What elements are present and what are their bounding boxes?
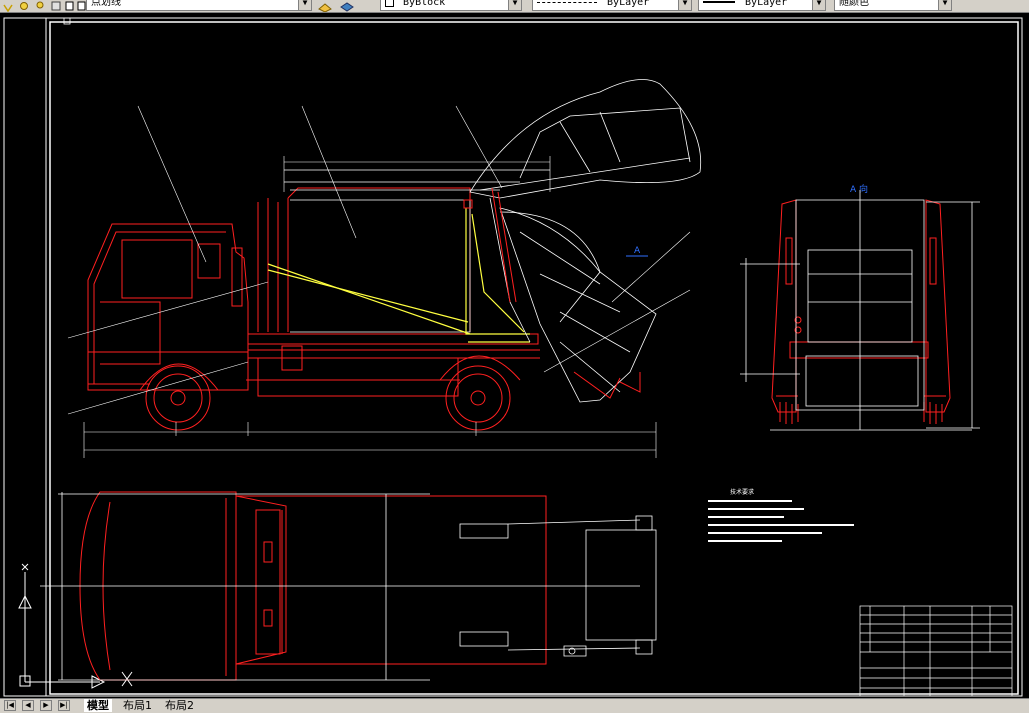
freeze-sun-icon[interactable] (18, 0, 30, 10)
top-view (40, 491, 657, 681)
chevron-down-icon[interactable]: ▼ (812, 0, 825, 10)
layer-visibility-icon[interactable] (2, 0, 14, 12)
color-combo[interactable]: ByBlock ▼ (380, 0, 522, 11)
linetype-combo[interactable]: ByLayer ▼ (532, 0, 692, 11)
prev-tab-button[interactable]: ◀ (22, 700, 34, 711)
title-block (859, 605, 1013, 697)
plotstyle-combo-value: 随颜色 (839, 0, 869, 8)
leader-lines (67, 105, 691, 415)
make-current-layer-icon[interactable] (318, 0, 332, 12)
linetype-preview-icon (537, 1, 597, 3)
plotstyle-combo[interactable]: 随颜色 ▼ (834, 0, 952, 11)
tab-model[interactable]: 模型 (84, 699, 112, 712)
lineweight-preview-icon (703, 1, 735, 3)
chevron-down-icon[interactable]: ▼ (678, 0, 691, 10)
layer-color-swatch-icon[interactable] (64, 0, 76, 11)
ucs-icon (18, 563, 133, 689)
truck-wheels (139, 355, 521, 431)
chevron-down-icon[interactable]: ▼ (938, 0, 951, 10)
tab-layout1[interactable]: 布局1 (120, 699, 155, 712)
next-tab-button[interactable]: ▶ (40, 700, 52, 711)
layer-combo[interactable]: 点划线 ▼ (86, 0, 312, 11)
lock-icon[interactable] (34, 0, 46, 10)
truck-chassis (246, 187, 540, 397)
tailgate-lowered (489, 197, 657, 403)
chevron-down-icon[interactable]: ▼ (508, 0, 521, 10)
cad-drawing: A A 向 技术要求 (3, 17, 1023, 697)
tailgate-raised (469, 79, 702, 323)
chevron-down-icon[interactable]: ▼ (298, 0, 311, 10)
garbage-body (284, 169, 550, 333)
technical-requirements: 技术要求 (708, 488, 854, 542)
model-space-canvas[interactable]: A A 向 技术要求 (0, 12, 1029, 698)
svg-text:A: A (634, 246, 641, 256)
svg-text:技术要求: 技术要求 (730, 488, 754, 496)
layer-combo-value: 点划线 (91, 0, 121, 8)
section-label: A 向 (850, 183, 868, 195)
linetype-combo-value: ByLayer (607, 0, 650, 8)
lifting-frame (267, 208, 530, 343)
color-combo-value: ByBlock (403, 0, 446, 8)
drawing-outer-frame (3, 17, 1023, 697)
layout-tabs-bar: |◀ ◀ ▶ ▶| 模型 布局1 布局2 (0, 698, 1029, 713)
plot-icon[interactable] (50, 0, 62, 11)
lineweight-combo[interactable]: ByLayer ▼ (698, 0, 826, 11)
tab-layout2[interactable]: 布局2 (162, 699, 197, 712)
side-dimensions (83, 156, 657, 458)
canvas-corner-marker (63, 17, 71, 25)
color-swatch-icon (385, 0, 394, 7)
layer-previous-icon[interactable] (340, 0, 354, 12)
view-marker-a: A (626, 246, 648, 257)
lineweight-combo-value: ByLayer (745, 0, 788, 8)
truck-cab (87, 223, 249, 391)
side-view: A (67, 79, 702, 458)
rear-hydraulics (463, 187, 641, 399)
rear-view: A 向 (740, 183, 980, 431)
last-tab-button[interactable]: ▶| (58, 700, 70, 711)
first-tab-button[interactable]: |◀ (4, 700, 16, 711)
